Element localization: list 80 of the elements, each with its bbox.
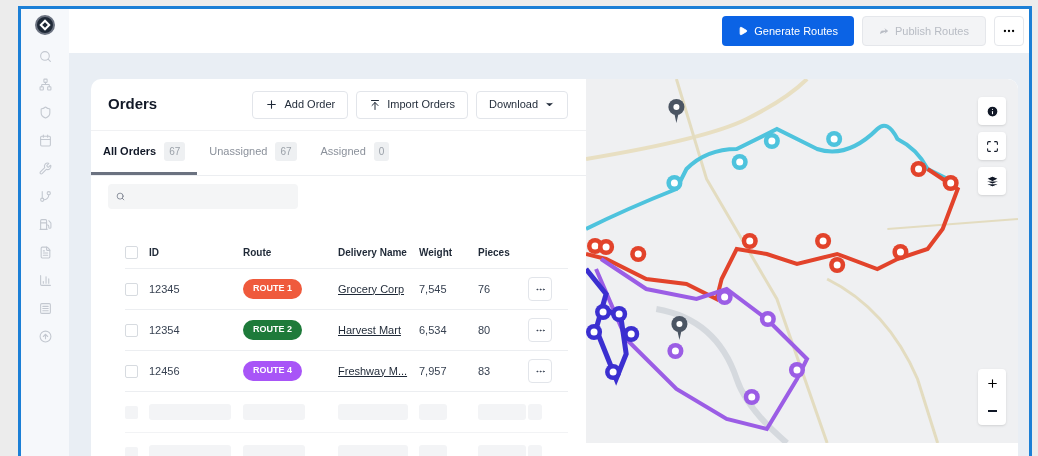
route-stop-icon	[763, 133, 780, 149]
row-menu-button[interactable]	[528, 359, 552, 383]
route-tag: ROUTE 4	[243, 361, 302, 381]
more-button[interactable]	[994, 16, 1024, 46]
share-arrow-icon	[879, 26, 889, 36]
route-stop-icon	[815, 233, 832, 249]
table-cell-text: 80	[478, 322, 492, 338]
checkbox[interactable]	[125, 323, 138, 337]
plus-icon	[265, 98, 279, 111]
layers-button[interactable]	[978, 167, 1006, 195]
table-cell-text: 76	[478, 281, 492, 297]
play-icon	[738, 26, 749, 36]
fullscreen-icon	[985, 139, 999, 153]
toolbar-button[interactable]: Import Orders	[356, 90, 469, 119]
column-header: Delivery Name	[338, 246, 408, 260]
upload-icon	[369, 98, 382, 111]
orders-title: Orders	[108, 94, 158, 115]
route-stop-icon	[826, 131, 843, 147]
count-badge: 67	[275, 142, 297, 161]
search-field[interactable]	[108, 184, 298, 209]
table-cell-text: 12354	[149, 322, 181, 338]
delivery-link[interactable]: Freshway M...	[338, 362, 408, 380]
count-badge: 67	[164, 142, 186, 161]
table-cell-text: 12345	[149, 281, 181, 297]
route-stop-icon	[788, 362, 805, 378]
route-tag: ROUTE 1	[243, 279, 302, 299]
fullscreen-button[interactable]	[978, 132, 1006, 160]
location-pin-icon	[668, 99, 685, 123]
info-icon	[985, 104, 999, 118]
column-header: Pieces	[478, 246, 511, 260]
document-icon[interactable]	[38, 246, 52, 259]
shield-icon[interactable]	[38, 106, 52, 119]
table-cell-text: 7,545	[419, 281, 448, 297]
column-header: Route	[243, 246, 273, 260]
search-icon[interactable]	[38, 50, 52, 63]
plus-icon	[985, 376, 999, 390]
route-stop-icon	[605, 364, 622, 380]
column-header: ID	[149, 246, 160, 260]
form-icon[interactable]	[38, 302, 52, 315]
checkbox[interactable]	[125, 282, 138, 296]
branch-icon[interactable]	[38, 190, 52, 203]
layers-icon	[985, 174, 999, 188]
table-cell-text: 7,957	[419, 363, 448, 379]
route-stop-icon	[741, 233, 758, 249]
table-cell-text: 6,534	[419, 322, 448, 338]
tab[interactable]: All Orders 67	[91, 131, 198, 175]
checkbox[interactable]	[125, 246, 138, 259]
generate-button[interactable]: Generate Routes	[722, 16, 854, 46]
minus-icon	[987, 410, 997, 412]
bar-chart-icon[interactable]	[38, 274, 52, 287]
column-header: Weight	[419, 246, 454, 260]
wrench-icon[interactable]	[38, 162, 52, 175]
route-stop-icon	[829, 257, 846, 273]
route-stop-icon	[667, 343, 684, 359]
route-stop-icon	[743, 389, 760, 405]
route-stop-icon	[666, 175, 683, 191]
row-menu-button[interactable]	[528, 277, 552, 301]
route-stop-icon	[716, 289, 733, 305]
route-stop-icon	[595, 304, 612, 320]
search-icon	[116, 192, 125, 201]
route-stop-icon	[759, 311, 776, 327]
route-stop-icon	[598, 239, 615, 255]
row-menu-button[interactable]	[528, 318, 552, 342]
toolbar-button[interactable]: Add Order	[252, 90, 349, 119]
calendar-icon[interactable]	[38, 134, 52, 147]
route-stop-icon	[630, 246, 647, 262]
table-cell-text: 12456	[149, 363, 181, 379]
delivery-link[interactable]: Harvest Mart	[338, 321, 401, 339]
location-pin-icon	[671, 316, 688, 340]
checkbox[interactable]	[125, 364, 138, 378]
count-badge: 0	[373, 142, 390, 161]
logo-icon	[35, 15, 55, 35]
info-button[interactable]	[978, 97, 1006, 125]
toolbar-button[interactable]: Download	[476, 90, 568, 119]
route-tag: ROUTE 2	[243, 320, 302, 340]
delivery-link[interactable]: Grocery Corp	[338, 280, 405, 298]
route-stop-icon	[731, 154, 748, 170]
route-stop-icon	[892, 244, 909, 260]
fuel-pump-icon[interactable]	[38, 218, 52, 231]
table-cell-text: 83	[478, 363, 492, 379]
